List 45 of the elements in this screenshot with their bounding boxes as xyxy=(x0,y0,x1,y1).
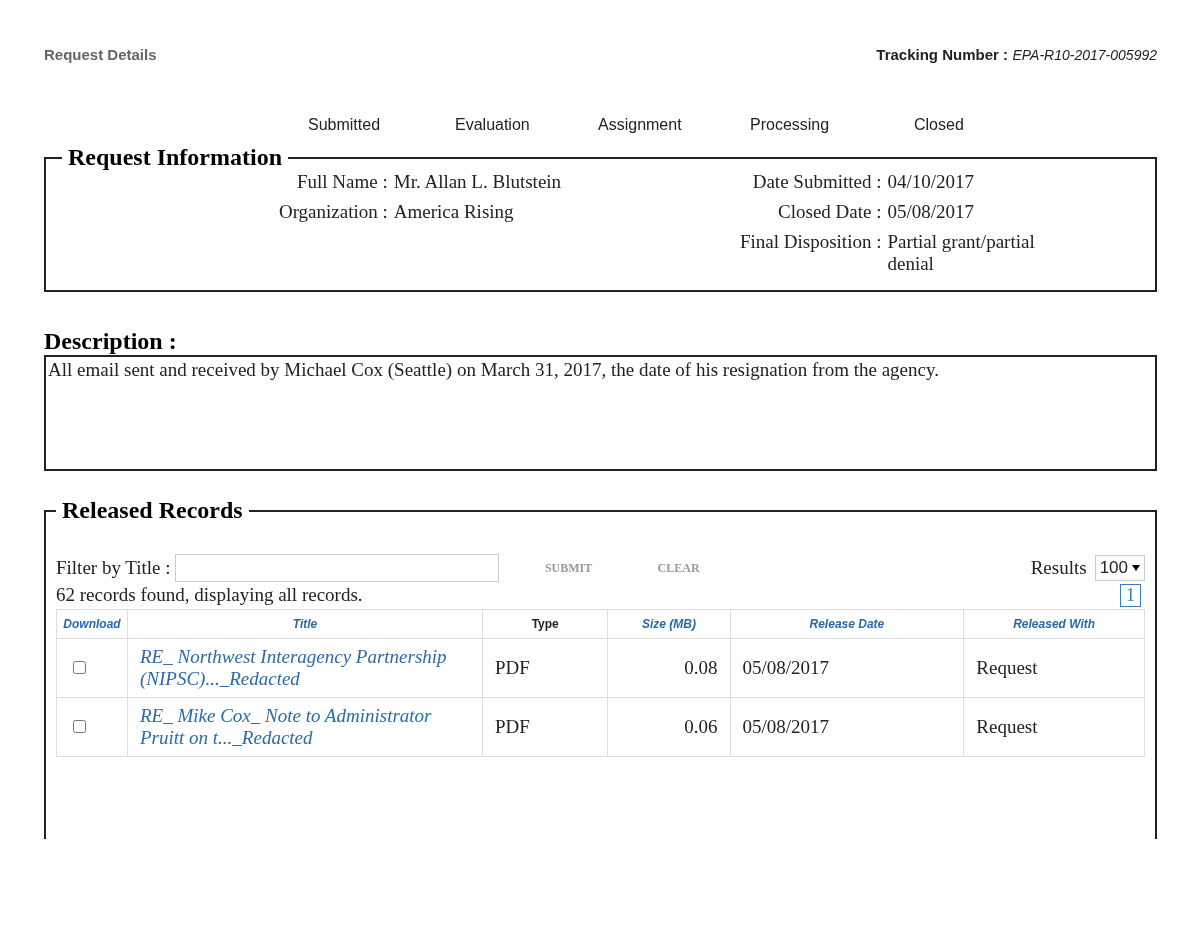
field-label: Final Disposition : xyxy=(740,231,882,254)
column-header[interactable]: Release Date xyxy=(730,609,964,639)
caret-icon xyxy=(1132,565,1140,571)
field-label: Date Submitted : xyxy=(751,171,882,193)
page-title: Request Details xyxy=(44,46,157,63)
status-step: Closed xyxy=(914,116,964,134)
tracking-number: EPA-R10-2017-005992 xyxy=(1012,47,1157,63)
field-value: Mr. Allan L. Blutstein xyxy=(393,171,563,193)
status-step: Processing xyxy=(750,116,914,134)
panel-legend: Request Information xyxy=(62,144,288,171)
table-cell: Request xyxy=(963,638,1145,698)
records-count: 62 records found, displaying all records. xyxy=(56,584,363,607)
column-header[interactable]: Title xyxy=(127,609,483,639)
table-cell: PDF xyxy=(482,638,608,698)
tracking-label: Tracking Number : xyxy=(876,46,1009,63)
results-select[interactable]: 100 xyxy=(1094,555,1145,581)
panel-legend: Released Records xyxy=(56,497,249,524)
download-checkbox[interactable] xyxy=(73,720,86,733)
table-cell: 05/08/2017 xyxy=(730,697,964,757)
column-header: Type xyxy=(482,609,608,639)
page-link[interactable]: 1 xyxy=(1120,584,1141,607)
field-value: 04/10/2017 xyxy=(887,171,976,193)
column-header[interactable]: Released With xyxy=(963,609,1145,639)
table-cell: 0.08 xyxy=(607,638,730,698)
column-header[interactable]: Size (MB) xyxy=(607,609,730,639)
field-value: Partial grant/partial denial xyxy=(887,231,1036,275)
table-cell: 0.06 xyxy=(607,697,730,757)
field-label: Organization : xyxy=(277,201,388,223)
table-cell: Request xyxy=(963,697,1145,757)
field-label: Closed Date : xyxy=(777,201,882,223)
results-label: Results xyxy=(1030,557,1087,579)
status-step: Assignment xyxy=(598,116,750,134)
description-text: All email sent and received by Michael Cox (Seattle) on March 31, 2017, the date of his resignation from the agency. xyxy=(48,359,939,380)
column-header[interactable]: Download xyxy=(56,609,128,639)
field-value: 05/08/2017 xyxy=(887,201,976,223)
download-checkbox[interactable] xyxy=(73,661,86,674)
status-step: Evaluation xyxy=(455,116,598,134)
description-heading: Description : xyxy=(44,328,178,355)
table-cell: 05/08/2017 xyxy=(730,638,964,698)
status-step: Submitted xyxy=(308,116,455,134)
field-label: Full Name : xyxy=(296,171,388,193)
filter-input[interactable] xyxy=(174,554,499,582)
table-cell: PDF xyxy=(482,697,608,757)
filter-label: Filter by Title : xyxy=(56,557,171,579)
field-value: America Rising xyxy=(393,201,515,223)
